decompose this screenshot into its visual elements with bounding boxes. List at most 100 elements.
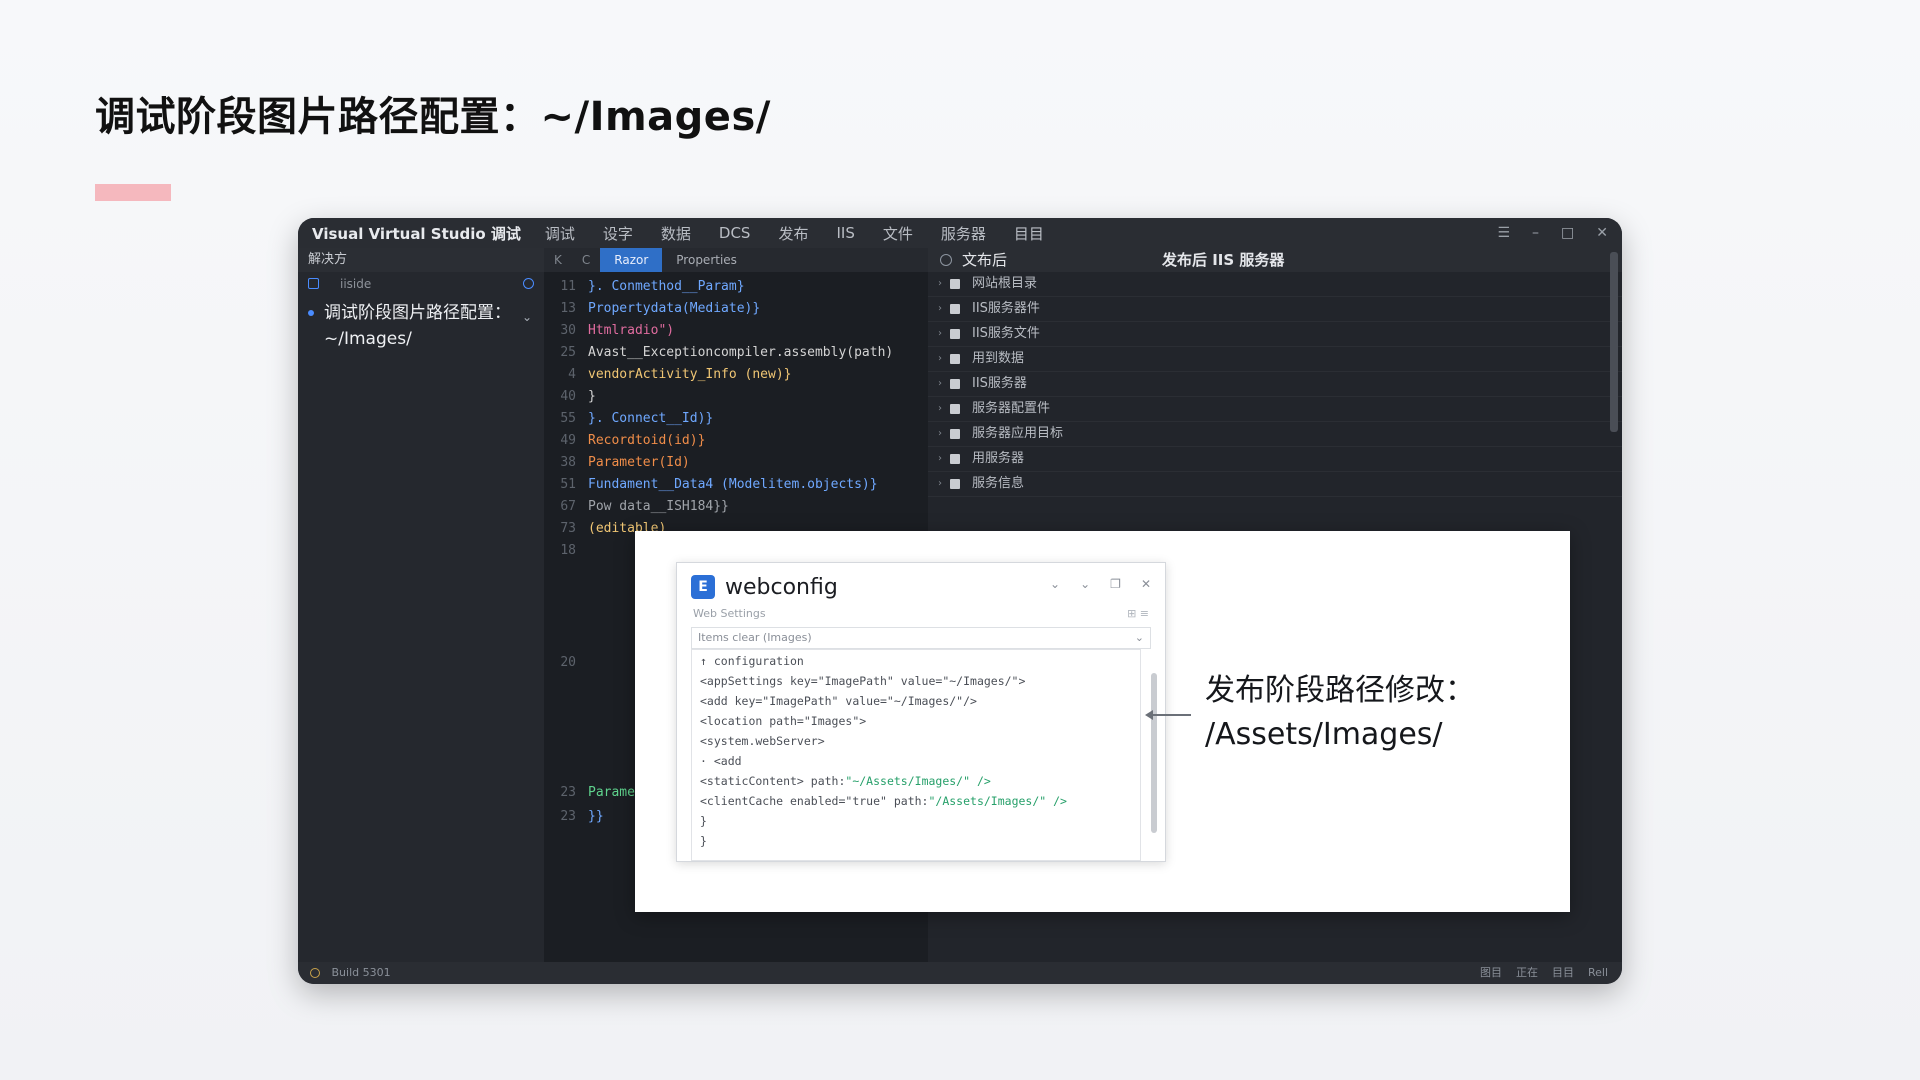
status-item[interactable]: 图目: [1480, 962, 1502, 984]
xml-text: · <add: [700, 754, 742, 768]
status-bar: Build 5301 图目 正在 目目 Rell: [298, 962, 1622, 984]
line-number: 51: [560, 477, 576, 492]
xml-text: <appSettings key="ImagePath" value="~/Im…: [700, 674, 1026, 688]
publish-list-item[interactable]: › IIS服务器件: [928, 297, 1622, 322]
publish-item-label: IIS服务器: [972, 376, 1027, 391]
minimize-icon[interactable]: –: [1532, 225, 1539, 241]
chevron-down-icon[interactable]: ⌄: [1080, 577, 1090, 591]
menu-item-dcs[interactable]: DCS: [719, 224, 751, 242]
menu-item-2[interactable]: 设字: [603, 223, 633, 244]
code-text: }. Conmethod__Param}: [588, 279, 745, 294]
code-text: Avast__Exceptioncompiler.assembly(path): [588, 345, 894, 360]
xml-editor[interactable]: ↑ configuration <appSettings key="ImageP…: [691, 649, 1141, 861]
chevron-down-icon: ⌄: [1134, 631, 1144, 644]
xml-text: }: [700, 834, 707, 848]
dialog-combo-value: Items clear (Images): [698, 631, 812, 644]
sidebar-search[interactable]: iiside: [298, 272, 544, 296]
xml-text: ↑ configuration: [700, 654, 804, 668]
callout-text: 发布阶段路径修改： /Assets/Images/: [1205, 669, 1475, 757]
dialog-subtitle-icons[interactable]: ⊞ ≡: [1127, 607, 1149, 620]
menu-item-data[interactable]: 数据: [661, 223, 691, 244]
line-number: 30: [560, 323, 576, 338]
publish-list-item[interactable]: › 用到数据: [928, 347, 1622, 372]
chevron-down-icon[interactable]: ⌄: [1050, 577, 1060, 591]
xml-text: <add key="ImagePath" value="~/Images/"/>: [700, 694, 977, 708]
webconfig-logo-icon: E: [691, 575, 715, 599]
publish-list-item[interactable]: › IIS服务器: [928, 372, 1622, 397]
restore-icon[interactable]: ❐: [1110, 577, 1121, 591]
tab-properties[interactable]: Properties: [662, 248, 751, 272]
tree-node-images[interactable]: 调试阶段图片路径配置： ~/Images/ ⌄: [298, 296, 544, 352]
code-line: 38 Parameter(Id): [544, 452, 928, 474]
status-item[interactable]: 正在: [1516, 962, 1538, 984]
code-text: Htmlradio"): [588, 323, 675, 338]
window-controls: ☰ – □ ✕: [1497, 218, 1608, 248]
line-number: 18: [560, 543, 576, 558]
file-icon: [950, 354, 960, 364]
xml-text: }: [700, 814, 707, 828]
publish-item-label: IIS服务文件: [972, 326, 1040, 341]
line-number: 55: [560, 411, 576, 426]
code-text: vendorActivity_Info (new)}: [588, 367, 792, 382]
code-line: 11}. Conmethod__Param}: [544, 276, 928, 298]
scrollbar[interactable]: [1610, 252, 1618, 432]
code-text: }. Connect__Id)}: [588, 411, 714, 426]
menu-item-publish[interactable]: 发布: [778, 223, 808, 244]
xml-text: <system.webServer>: [700, 734, 825, 748]
code-line: 40 }: [544, 386, 928, 408]
callout-panel: E webconfig ⌄ ⌄ ❐ ✕ Web Settings ⊞ ≡ Ite…: [635, 531, 1570, 912]
line-number: 25: [560, 345, 576, 360]
dialog-scrollbar[interactable]: [1151, 673, 1157, 833]
xml-line: <appSettings key="ImagePath" value="~/Im…: [700, 672, 1025, 691]
publish-list-item[interactable]: › IIS服务文件: [928, 322, 1622, 347]
menu-item-server[interactable]: 服务器: [941, 223, 986, 244]
publish-header-left: 文布后: [962, 251, 1008, 269]
menu-item-directory[interactable]: 目目: [1014, 223, 1044, 244]
line-number: 4: [568, 367, 576, 382]
publish-item-label: 网站根目录: [972, 276, 1038, 291]
tree-node-path: ~/Images/: [324, 329, 412, 349]
line-number: 20: [560, 655, 576, 670]
refresh-icon[interactable]: [523, 278, 534, 289]
publish-item-label: 用到数据: [972, 351, 1025, 366]
xml-line: <clientCache enabled="true" path:"/Asset…: [700, 792, 1067, 811]
status-item[interactable]: Rell: [1588, 962, 1608, 984]
toolbar-icon-c[interactable]: C: [572, 253, 600, 267]
node-dot-icon: [308, 310, 314, 316]
dialog-combo[interactable]: Items clear (Images) ⌄: [691, 627, 1151, 649]
chevron-right-icon: ›: [938, 453, 942, 464]
close-icon[interactable]: ✕: [1596, 225, 1608, 241]
chevron-down-icon[interactable]: ⌄: [522, 304, 532, 330]
publish-list-item[interactable]: › 服务信息: [928, 472, 1622, 497]
menu-bar: Visual Virtual Studio 调试 调试 设字 数据 DCS 发布…: [298, 218, 1622, 248]
line-number: 23: [560, 809, 576, 824]
webconfig-dialog: E webconfig ⌄ ⌄ ❐ ✕ Web Settings ⊞ ≡ Ite…: [676, 562, 1166, 862]
file-icon: [950, 454, 960, 464]
code-line: 55 }. Connect__Id)}: [544, 408, 928, 430]
menu-item-iis[interactable]: IIS: [836, 224, 854, 242]
line-number: 40: [560, 389, 576, 404]
arrow-line: [1151, 714, 1191, 716]
menu-icon[interactable]: ☰: [1497, 225, 1510, 241]
code-line: 30 Htmlradio"): [544, 320, 928, 342]
code-line: 49 Recordtoid(id)}: [544, 430, 928, 452]
menu-item-debug[interactable]: 调试: [545, 223, 575, 244]
publish-list-item[interactable]: › 网站根目录: [928, 272, 1622, 297]
publish-list-item[interactable]: › 服务器应用目标: [928, 422, 1622, 447]
file-icon: [950, 304, 960, 314]
xml-line: }: [700, 832, 707, 851]
status-left: Build 5301: [331, 966, 391, 979]
toolbar-icon-k[interactable]: K: [544, 253, 572, 267]
maximize-icon[interactable]: □: [1561, 225, 1574, 241]
close-icon[interactable]: ✕: [1141, 577, 1151, 591]
file-icon: [950, 329, 960, 339]
publish-list-item[interactable]: › 用服务器: [928, 447, 1622, 472]
code-text: }}: [588, 809, 604, 824]
menu-item-file[interactable]: 文件: [883, 223, 913, 244]
tab-razor[interactable]: Razor: [600, 248, 663, 272]
publish-list-item[interactable]: › 服务器配置件: [928, 397, 1622, 422]
publish-list: › 网站根目录 › IIS服务器件 › IIS服务文件 › 用到数据 › IIS服务器 › 服务器配置…: [928, 272, 1622, 497]
file-icon: [950, 429, 960, 439]
status-item[interactable]: 目目: [1552, 962, 1574, 984]
chevron-right-icon: ›: [938, 278, 942, 289]
